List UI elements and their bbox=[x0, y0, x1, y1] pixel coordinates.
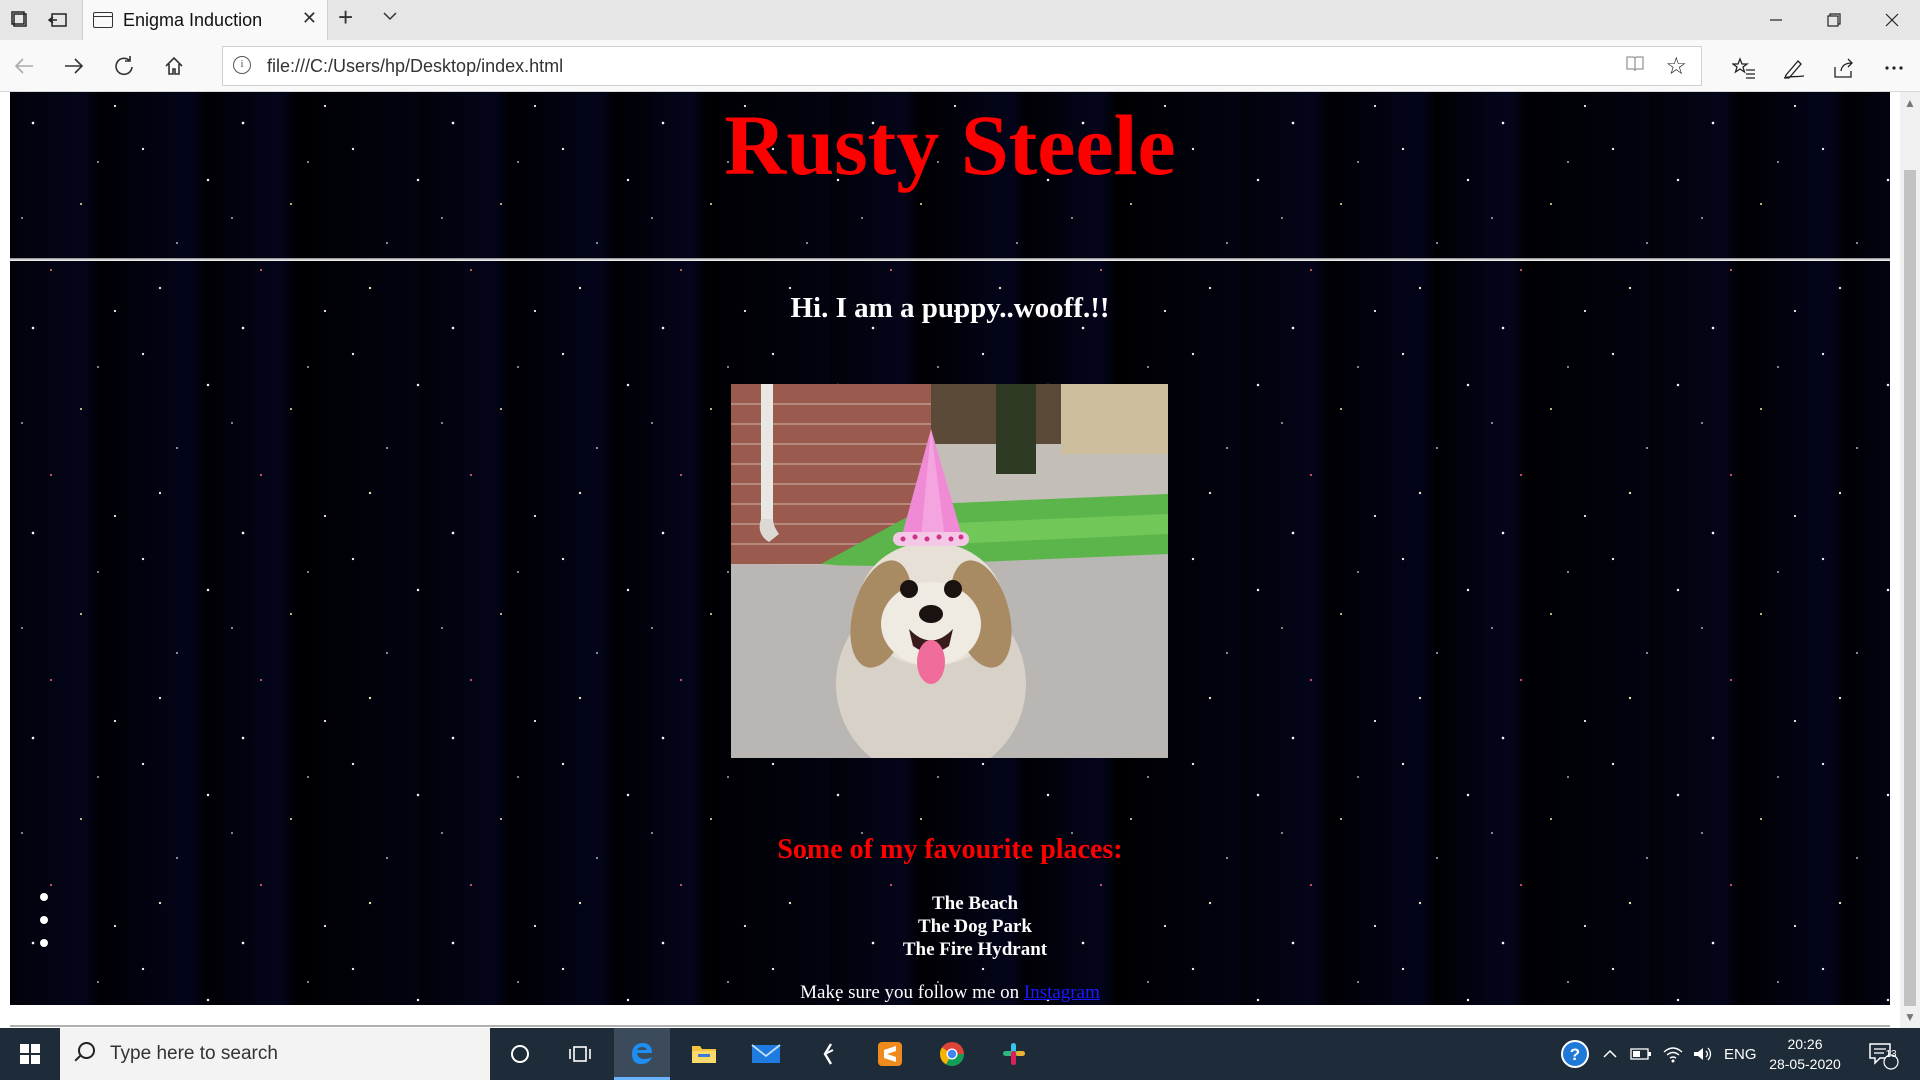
action-center-icon[interactable]: 13 bbox=[1866, 1028, 1900, 1080]
search-icon bbox=[78, 1042, 95, 1059]
list-item: The Beach bbox=[931, 893, 1019, 914]
vscode-icon[interactable] bbox=[800, 1028, 856, 1080]
favourite-places-heading: Some of my favourite places: bbox=[777, 834, 1123, 865]
tab-actions-icon[interactable] bbox=[0, 0, 40, 40]
mail-icon[interactable] bbox=[738, 1028, 794, 1080]
taskbar: Type here to search ? ENG 20:26 28-05-20… bbox=[0, 1028, 1920, 1080]
page-body: Rusty Steele Hi. I am a puppy..wooff.!! bbox=[10, 92, 1890, 1005]
language-indicator[interactable]: ENG bbox=[1724, 1028, 1757, 1080]
address-bar[interactable]: i file:///C:/Users/hp/Desktop/index.html… bbox=[222, 46, 1702, 86]
address-url[interactable]: file:///C:/Users/hp/Desktop/index.html bbox=[267, 56, 563, 77]
browser-tab[interactable]: Enigma Induction ✕ bbox=[82, 0, 328, 40]
navigation-bar: i file:///C:/Users/hp/Desktop/index.html… bbox=[0, 40, 1920, 92]
forward-button[interactable] bbox=[56, 48, 92, 84]
page-icon bbox=[93, 12, 113, 28]
help-icon[interactable]: ? bbox=[1560, 1028, 1590, 1080]
scrollbar-thumb[interactable] bbox=[1904, 170, 1916, 1006]
tab-title: Enigma Induction bbox=[123, 10, 263, 30]
vertical-scrollbar[interactable]: ▲ ▼ bbox=[1900, 92, 1920, 1028]
clock[interactable]: 20:26 28-05-2020 bbox=[1760, 1034, 1850, 1074]
chevron-down-icon[interactable] bbox=[382, 8, 398, 29]
svg-text:?: ? bbox=[1570, 1045, 1580, 1064]
start-button[interactable] bbox=[0, 1028, 60, 1080]
reading-view-icon[interactable] bbox=[1625, 55, 1645, 79]
list-item: The Fire Hydrant bbox=[902, 939, 1048, 960]
page-viewport: Rusty Steele Hi. I am a puppy..wooff.!! bbox=[0, 92, 1900, 1028]
favorite-star-icon[interactable]: ☆ bbox=[1665, 52, 1687, 81]
notification-count: 13 bbox=[1885, 1049, 1897, 1060]
favourite-places-list: The Beach The Dog Park The Fire Hydrant bbox=[10, 892, 1900, 961]
clock-date: 28-05-2020 bbox=[1769, 1056, 1841, 1072]
file-explorer-icon[interactable] bbox=[676, 1028, 732, 1080]
scroll-up-icon[interactable]: ▲ bbox=[1904, 96, 1916, 110]
battery-icon[interactable] bbox=[1630, 1028, 1652, 1080]
more-options-icon[interactable] bbox=[1876, 50, 1912, 86]
close-window-button[interactable] bbox=[1864, 0, 1920, 40]
search-input[interactable]: Type here to search bbox=[110, 1043, 278, 1065]
instagram-link[interactable]: Instagram bbox=[1024, 982, 1100, 1003]
back-button[interactable] bbox=[6, 48, 42, 84]
follow-line: Make sure you follow me on Instagram bbox=[10, 982, 1890, 1004]
favorites-list-icon[interactable] bbox=[1726, 50, 1762, 86]
volume-icon[interactable] bbox=[1692, 1028, 1714, 1080]
info-icon[interactable]: i bbox=[233, 56, 251, 74]
show-hidden-icons-icon[interactable] bbox=[1602, 1028, 1618, 1080]
slack-icon[interactable] bbox=[986, 1028, 1042, 1080]
page-title: Rusty Steele bbox=[724, 97, 1176, 193]
task-view-icon[interactable] bbox=[552, 1028, 608, 1080]
follow-text: Make sure you follow me on bbox=[800, 982, 1020, 1003]
greeting-heading: Hi. I am a puppy..wooff.!! bbox=[790, 292, 1110, 324]
cortana-icon[interactable] bbox=[492, 1028, 548, 1080]
new-tab-button[interactable]: + bbox=[338, 2, 353, 33]
windows-icon bbox=[20, 1044, 40, 1064]
web-note-icon[interactable] bbox=[1776, 50, 1812, 86]
restore-button[interactable] bbox=[1806, 0, 1862, 40]
tabs-aside-icon[interactable] bbox=[38, 0, 78, 40]
refresh-button[interactable] bbox=[106, 48, 142, 84]
minimize-button[interactable] bbox=[1748, 0, 1804, 40]
share-icon[interactable] bbox=[1826, 50, 1862, 86]
edge-icon[interactable] bbox=[614, 1028, 670, 1080]
list-item: The Dog Park bbox=[918, 916, 1032, 937]
tab-bar: Enigma Induction ✕ + bbox=[0, 0, 1920, 40]
close-tab-icon[interactable]: ✕ bbox=[302, 8, 317, 29]
home-button[interactable] bbox=[156, 48, 192, 84]
divider bbox=[10, 258, 1890, 261]
chrome-icon[interactable] bbox=[924, 1028, 980, 1080]
wifi-icon[interactable] bbox=[1662, 1028, 1684, 1080]
sublime-icon[interactable] bbox=[862, 1028, 918, 1080]
clock-time: 20:26 bbox=[1787, 1036, 1823, 1052]
divider bbox=[10, 1025, 1890, 1027]
taskbar-search[interactable]: Type here to search bbox=[60, 1028, 490, 1080]
scroll-down-icon[interactable]: ▼ bbox=[1904, 1010, 1916, 1024]
puppy-photo bbox=[731, 384, 1168, 758]
